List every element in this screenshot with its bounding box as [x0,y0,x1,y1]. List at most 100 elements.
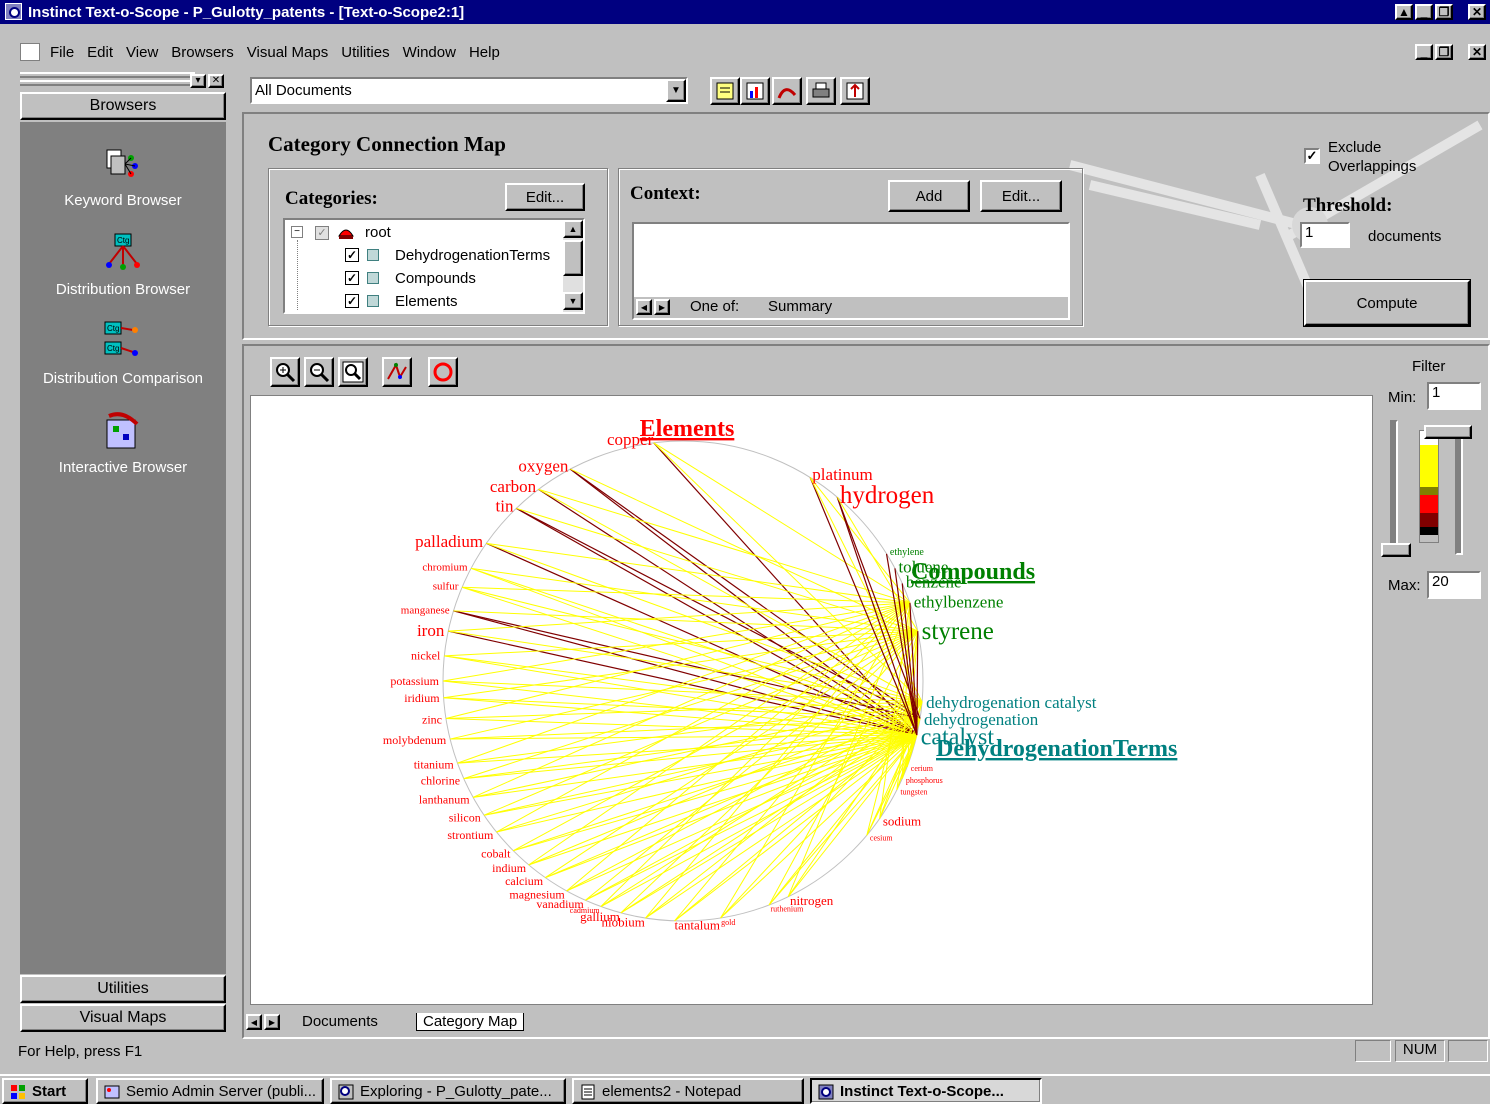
menu-help[interactable]: Help [469,44,500,61]
tab-one-of[interactable]: One of: [690,298,739,315]
map-term-element[interactable]: lanthanum [419,792,470,806]
map-term-element[interactable]: calcium [505,874,544,888]
category-tree[interactable]: − ✓ root ✓ DehydrogenationTerms ✓ Compou… [283,218,585,314]
tree-item-checkbox[interactable]: ✓ [345,248,359,262]
close-button[interactable]: ✕ [1468,4,1486,20]
map-term-element[interactable]: potassium [390,674,439,688]
help-button[interactable]: ▲ [1395,4,1413,20]
map-term-element[interactable]: tin [496,496,514,515]
map-term-element[interactable]: phosphorus [906,776,943,785]
map-term-element[interactable]: sodium [883,814,921,829]
map-term-element[interactable]: chromium [422,561,468,573]
tab-documents[interactable]: Documents [302,1013,378,1030]
restore-button[interactable]: ❐ [1435,4,1453,20]
category-map-canvas[interactable]: copper oxygen carbon tin palladium chromium su… [250,395,1373,1005]
menu-edit[interactable]: Edit [87,44,113,61]
scroll-thumb[interactable] [563,240,583,276]
map-term-element[interactable]: niobium [601,915,644,930]
scroll-down-icon[interactable]: ▼ [563,292,583,310]
tree-item-checkbox[interactable]: ✓ [345,271,359,285]
menu-utilities[interactable]: Utilities [341,44,389,61]
zoom-out-icon[interactable] [304,357,334,387]
map-term-element[interactable]: palladium [415,532,483,551]
tab-scroll-left-icon[interactable]: ◀ [636,299,652,315]
taskbar-item-semio[interactable]: Semio Admin Server (publi... [96,1078,324,1104]
categories-edit-button[interactable]: Edit... [505,183,585,211]
filter-max-slider[interactable] [1424,425,1472,439]
interactive-browser-icon[interactable] [103,410,143,450]
taskbar-item-text-o-scope[interactable]: Instinct Text-o-Scope... [810,1078,1042,1104]
map-term-element[interactable]: hydrogen [840,482,935,509]
sidebar-header-browsers[interactable]: Browsers [20,92,226,120]
compute-button[interactable]: Compute [1304,280,1470,326]
map-term-element[interactable]: indium [492,861,527,875]
tab-scroll-right-icon[interactable]: ▶ [264,1014,280,1030]
menu-window[interactable]: Window [403,44,456,61]
doc-minimize-button[interactable]: _ [1415,44,1433,60]
chevron-down-icon[interactable]: ▼ [666,79,686,102]
menu-visual-maps[interactable]: Visual Maps [247,44,328,61]
map-term-element[interactable]: molybdenum [383,733,447,747]
map-term-element[interactable]: cerium [911,764,934,773]
tree-scrollbar[interactable]: ▲ ▼ [563,220,583,312]
map-heading-compounds[interactable]: Compounds [911,559,1035,585]
minimize-button[interactable]: _ [1415,4,1433,20]
map-term-element[interactable]: tungsten [900,788,927,797]
category-connection-graph[interactable]: copperoxygencarbontinpalladiumchromiumsu… [251,396,1372,1004]
context-edit-button[interactable]: Edit... [980,180,1062,212]
map-term-element[interactable]: silicon [449,811,481,825]
menu-view[interactable]: View [126,44,158,61]
map-term-element[interactable]: iridium [404,691,440,705]
map-term-element[interactable]: manganese [401,605,450,617]
sidebar-grip[interactable] [20,80,195,86]
map-term-element[interactable]: iron [417,621,445,640]
sidebar-grip[interactable] [20,72,195,78]
taskbar-item-explorer[interactable]: Exploring - P_Gulotty_pate... [330,1078,566,1104]
map-term-element[interactable]: zinc [422,712,442,726]
sidebar-item-keyword-browser[interactable]: Keyword Browser [20,192,226,209]
zoom-fit-icon[interactable] [338,357,368,387]
map-term-compound[interactable]: ethylbenzene [914,593,1004,612]
document-list-icon[interactable] [710,77,740,105]
map-heading-dehydrogenation[interactable]: DehydrogenationTerms [936,736,1177,762]
map-term-element[interactable]: cesium [870,834,893,843]
filter-min-track[interactable] [1390,420,1398,555]
filter-max-track[interactable] [1455,430,1463,555]
sidebar-item-distribution-browser[interactable]: Distribution Browser [20,281,226,298]
filter-min-slider[interactable] [1381,543,1411,557]
sidebar-pin-button[interactable]: ▾ [190,74,206,88]
sidebar-item-distribution-comparison[interactable]: Distribution Comparison [20,370,226,387]
scroll-up-icon[interactable]: ▲ [563,220,583,238]
tab-scroll-left-icon[interactable]: ◀ [246,1014,262,1030]
map-term-compound[interactable]: styrene [922,618,994,645]
distribution-comparison-icon[interactable]: Ctg Ctg [103,320,143,360]
map-term-element[interactable]: gold [721,918,735,927]
taskbar-item-notepad[interactable]: elements2 - Notepad [572,1078,804,1104]
tab-summary[interactable]: Summary [768,298,832,315]
menu-browsers[interactable]: Browsers [171,44,234,61]
exclude-checkbox[interactable]: ✓ [1304,148,1320,164]
map-term-element[interactable]: cobalt [481,847,511,861]
tab-category-map[interactable]: Category Map [416,1013,525,1031]
document-filter-select[interactable]: All Documents ▼ [250,77,688,104]
sidebar-header-visual-maps[interactable]: Visual Maps [20,1004,226,1032]
tree-item-label[interactable]: Compounds [395,270,476,287]
start-button[interactable]: Start [2,1078,88,1104]
map-term-element[interactable]: nitrogen [790,893,834,908]
tree-item-label[interactable]: Elements [395,293,458,310]
filter-min-input[interactable]: 1 [1427,382,1481,410]
keyword-browser-icon[interactable] [103,144,143,184]
map-term-element[interactable]: titanium [414,758,455,772]
context-add-button[interactable]: Add [888,180,970,212]
filter-max-input[interactable]: 20 [1427,571,1481,599]
map-term-element[interactable]: strontium [447,828,494,842]
export-icon[interactable] [840,77,870,105]
layout-icon[interactable] [382,357,412,387]
map-term-element[interactable]: nickel [411,649,441,663]
tree-root-label[interactable]: root [365,224,391,241]
tab-scroll-right-icon[interactable]: ▶ [654,299,670,315]
map-term-element[interactable]: tantalum [674,917,720,932]
zoom-in-icon[interactable] [270,357,300,387]
menu-file[interactable]: File [50,44,74,61]
map-heading-elements[interactable]: Elements [640,416,735,442]
